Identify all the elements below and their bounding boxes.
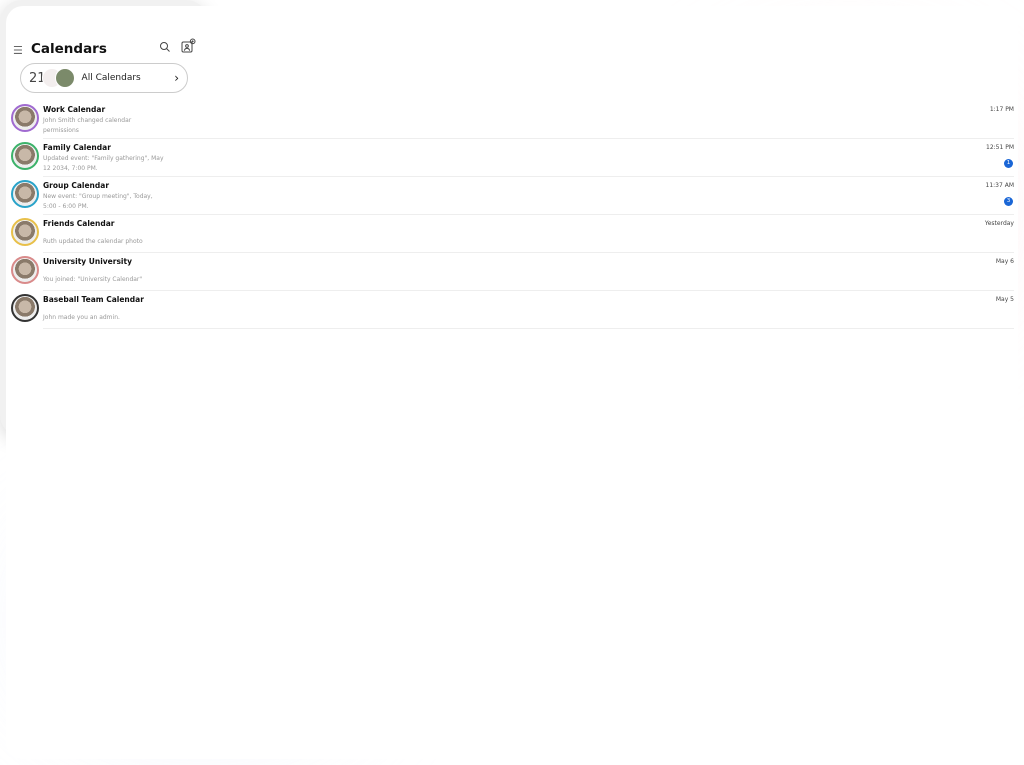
calendar-time: May 6 — [995, 258, 1014, 265]
calendar-avatar — [11, 180, 39, 208]
mobile-calendar-list: Work Calendar 1:17 PM John Smith changed… — [6, 101, 1018, 329]
mobile-calendar-list-item[interactable]: Work Calendar 1:17 PM John Smith changed… — [6, 101, 1018, 139]
calendar-avatar — [11, 294, 39, 322]
add-calendar-icon[interactable] — [180, 38, 196, 54]
all-calendars-button[interactable]: 21 All Calendars › — [20, 63, 188, 93]
calendar-activity: John Smith changed calendar permissions — [43, 117, 132, 134]
unread-badge: 1 — [1004, 159, 1013, 168]
calendar-name: Work Calendar — [43, 105, 106, 114]
calendar-activity: You joined: "University Calendar" — [43, 276, 143, 283]
mobile-calendar-list-item[interactable]: Friends Calendar Yesterday Ruth updated … — [6, 215, 1018, 253]
calendar-activity: Ruth updated the calendar photo — [43, 238, 143, 245]
calendar-time: 11:37 AM — [985, 182, 1014, 189]
calendar-avatar-stack — [41, 68, 75, 88]
calendar-avatar — [11, 256, 39, 284]
mobile-calendar-list-item[interactable]: University University May 6 You joined: … — [6, 253, 1018, 291]
mobile-screen: ☰ Calendars 21 All Calendars › Work Cale… — [6, 6, 1018, 759]
calendar-activity: New event: "Group meeting", Today, 5:00 … — [43, 193, 153, 210]
calendar-name: Family Calendar — [43, 143, 111, 152]
calendar-time: Yesterday — [984, 220, 1014, 227]
calendar-name: Group Calendar — [43, 181, 110, 190]
calendar-avatar — [11, 104, 39, 132]
calendar-time: 1:17 PM — [989, 106, 1014, 113]
calendar-name: Baseball Team Calendar — [43, 295, 144, 304]
mobile-title: Calendars — [31, 41, 107, 57]
mobile-calendar-list-item[interactable]: Family Calendar 12:51 PM Updated event: … — [6, 139, 1018, 177]
mobile-device: ☰ Calendars 21 All Calendars › Work Cale… — [0, 0, 1018, 759]
chevron-right-icon: › — [174, 71, 179, 85]
calendar-time: May 5 — [995, 296, 1014, 303]
all-calendars-label: All Calendars — [81, 73, 141, 83]
calendar-avatar — [11, 218, 39, 246]
calendar-time: 12:51 PM — [986, 144, 1014, 151]
mobile-calendar-list-item[interactable]: Baseball Team Calendar May 5 John made y… — [6, 291, 1018, 329]
calendar-avatar — [11, 142, 39, 170]
calendar-name: University University — [43, 257, 132, 266]
calendar-name: Friends Calendar — [43, 219, 115, 228]
calendar-activity: John made you an admin. — [43, 314, 120, 321]
mobile-calendar-list-item[interactable]: Group Calendar 11:37 AM New event: "Grou… — [6, 177, 1018, 215]
search-icon[interactable] — [159, 41, 171, 53]
unread-badge: 3 — [1004, 197, 1013, 206]
menu-icon[interactable]: ☰ — [13, 44, 23, 57]
calendar-activity: Updated event: "Family gathering", May 1… — [43, 155, 164, 172]
